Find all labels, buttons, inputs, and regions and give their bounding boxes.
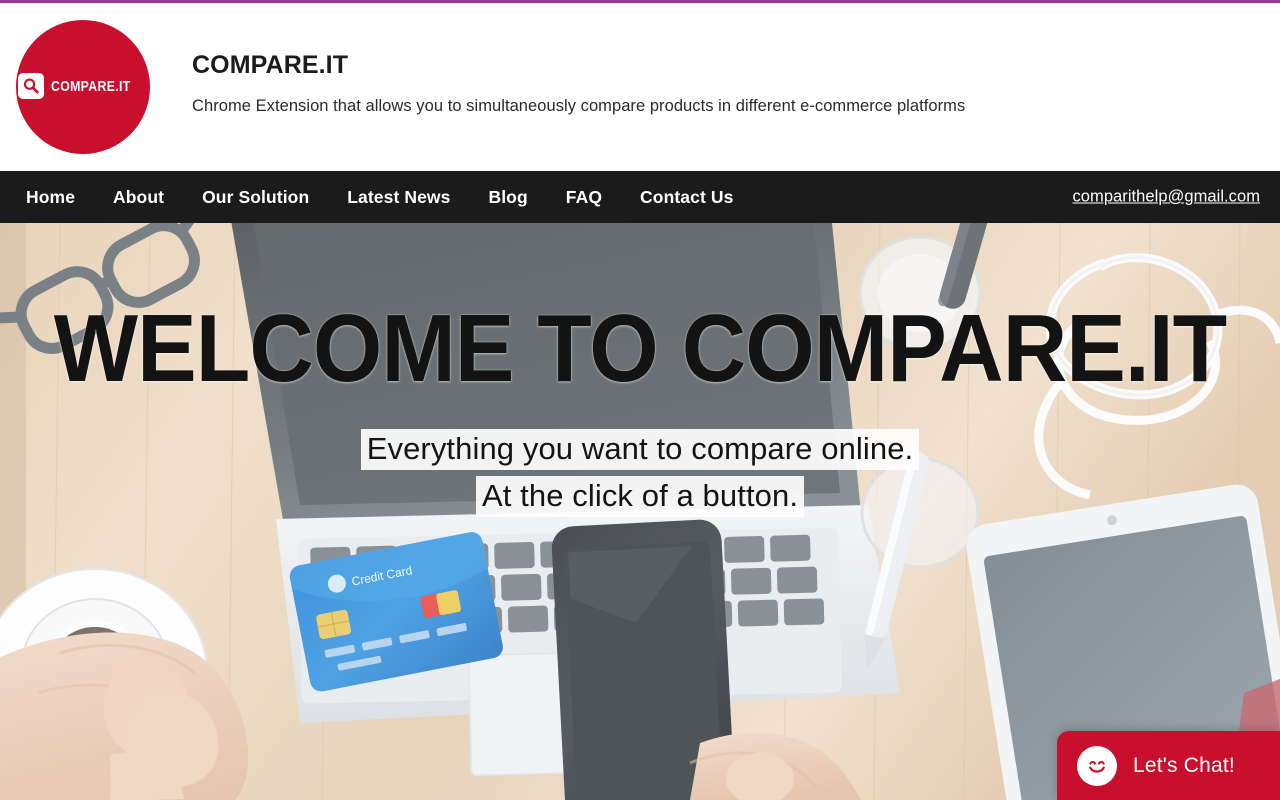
browser-loading-bar (0, 0, 1280, 3)
nav-link-home[interactable]: Home (26, 183, 75, 212)
nav-link-our-solution[interactable]: Our Solution (202, 183, 309, 212)
nav-list: Home About Our Solution Latest News Blog… (26, 183, 771, 212)
lets-chat-widget[interactable]: Let's Chat! (1057, 731, 1280, 800)
hero-subtitle-line-2: At the click of a button. (0, 476, 1280, 517)
nav-item-contact-us: Contact Us (640, 183, 771, 212)
nav-item-our-solution: Our Solution (202, 183, 347, 212)
nav-link-latest-news[interactable]: Latest News (347, 183, 450, 212)
hero-headline: WELCOME TO COMPARE.IT (53, 295, 1227, 402)
nav-item-home: Home (26, 183, 113, 212)
hero-subtitle-line-1: Everything you want to compare online. (0, 429, 1280, 470)
nav-link-contact-us[interactable]: Contact Us (640, 183, 733, 212)
page-tagline: Chrome Extension that allows you to simu… (192, 97, 966, 116)
nav-item-blog: Blog (488, 183, 565, 212)
hero-content: WELCOME TO COMPARE.IT Everything you wan… (0, 223, 1280, 800)
hero-subtitle-line-2-text: At the click of a button. (475, 476, 805, 517)
nav-item-latest-news: Latest News (347, 183, 488, 212)
page-title: COMPARE.IT (192, 51, 349, 80)
magnifier-icon (17, 73, 44, 99)
contact-email-link[interactable]: comparithelp@gmail.com (1073, 188, 1261, 207)
hero-subtitle-line-1-text: Everything you want to compare online. (360, 429, 920, 470)
smiley-face-icon (1077, 745, 1117, 786)
logo-inner: COMPARE.IT (17, 73, 148, 99)
header-text-block: COMPARE.IT Chrome Extension that allows … (192, 50, 965, 123)
nav-link-faq[interactable]: FAQ (566, 183, 602, 212)
nav-item-about: About (113, 183, 202, 212)
logo-wordmark: COMPARE.IT (50, 77, 131, 95)
chat-label: Let's Chat! (1133, 753, 1235, 777)
site-logo[interactable]: COMPARE.IT (16, 20, 150, 154)
hero-section: Credit Card WELCOME TO COMPARE.IT Everyt… (0, 223, 1280, 800)
nav-link-about[interactable]: About (113, 183, 164, 212)
nav-item-faq: FAQ (566, 183, 640, 212)
nav-link-blog[interactable]: Blog (488, 183, 527, 212)
site-header: COMPARE.IT COMPARE.IT Chrome Extension t… (0, 3, 1280, 171)
page-root: COMPARE.IT COMPARE.IT Chrome Extension t… (0, 0, 1280, 800)
main-navigation: Home About Our Solution Latest News Blog… (0, 171, 1280, 223)
